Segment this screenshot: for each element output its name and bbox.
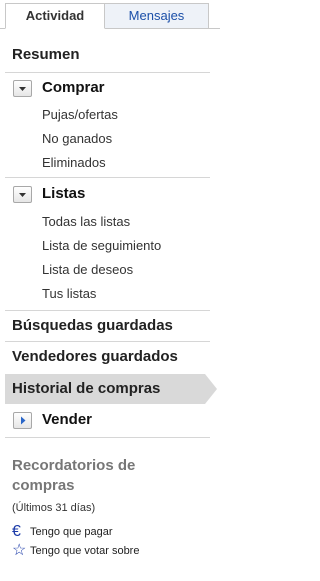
saved-searches-link[interactable]: Búsquedas guardadas	[12, 317, 173, 334]
link-todas-las-listas[interactable]: Todas las listas	[42, 214, 130, 229]
reminder-pay[interactable]: Tengo que pagar	[30, 526, 113, 538]
link-lista-de-seguimiento[interactable]: Lista de seguimiento	[42, 238, 161, 253]
comprar-heading[interactable]: Comprar	[42, 79, 105, 96]
triangle-right-icon	[21, 416, 26, 425]
listas-collapse-toggle[interactable]	[13, 186, 32, 203]
tab-actividad[interactable]: Actividad	[5, 3, 105, 29]
divider	[5, 310, 210, 311]
star-outline-icon: ☆	[12, 542, 27, 559]
tab-mensajes[interactable]: Mensajes	[105, 3, 209, 29]
selected-pointer-arrow	[205, 374, 217, 404]
listas-heading[interactable]: Listas	[42, 185, 85, 202]
summary-link[interactable]: Resumen	[12, 46, 80, 63]
saved-sellers-link[interactable]: Vendedores guardados	[12, 348, 178, 365]
reminder-feedback[interactable]: Tengo que votar sobre	[30, 545, 139, 557]
reminders-title: Recordatorios de compras	[12, 457, 136, 494]
divider	[5, 72, 210, 73]
comprar-collapse-toggle[interactable]	[13, 80, 32, 97]
link-no-ganados[interactable]: No ganados	[42, 131, 112, 146]
euro-icon: €	[12, 523, 21, 540]
vender-heading[interactable]: Vender	[42, 411, 92, 428]
divider	[5, 177, 210, 178]
purchase-history-link[interactable]: Historial de compras	[12, 380, 160, 397]
triangle-down-icon	[19, 193, 26, 197]
reminders-date-range: (Últimos 31 días)	[12, 502, 96, 514]
link-eliminados[interactable]: Eliminados	[42, 155, 106, 170]
link-tus-listas[interactable]: Tus listas	[42, 286, 96, 301]
divider	[5, 341, 210, 342]
triangle-down-icon	[19, 87, 26, 91]
link-pujas-ofertas[interactable]: Pujas/ofertas	[42, 107, 118, 122]
tab-bar: Actividad Mensajes	[0, 0, 220, 29]
link-lista-de-deseos[interactable]: Lista de deseos	[42, 262, 133, 277]
divider	[5, 437, 210, 438]
vender-expand-toggle[interactable]	[13, 412, 32, 429]
